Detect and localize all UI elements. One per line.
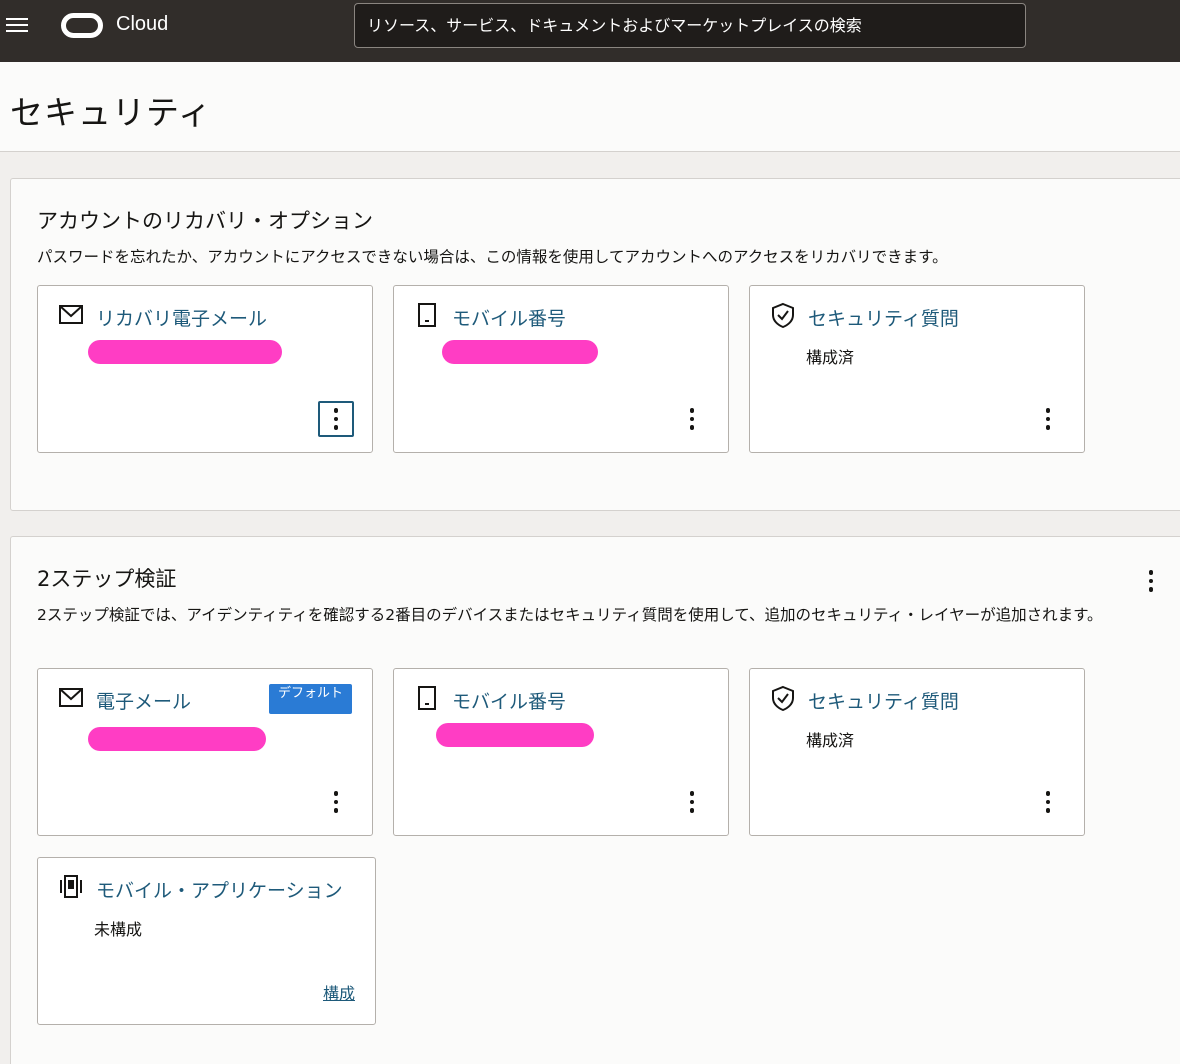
default-badge: デフォルト bbox=[268, 684, 352, 714]
mail-icon bbox=[59, 688, 83, 707]
panel-description: パスワードを忘れたか、アカウントにアクセスできない場合は、この情報を使用してアカ… bbox=[37, 248, 948, 266]
search-input[interactable] bbox=[354, 3, 1026, 48]
redacted-value bbox=[436, 723, 594, 747]
page-header: セキュリティ bbox=[0, 62, 1180, 152]
page-title: セキュリティ bbox=[10, 93, 213, 132]
recovery-security-question-card: セキュリティ質問 構成済 bbox=[749, 285, 1085, 453]
mobile-app-icon bbox=[60, 875, 82, 898]
more-actions-icon[interactable] bbox=[674, 784, 710, 820]
redacted-value bbox=[88, 727, 266, 751]
oracle-logo[interactable] bbox=[61, 13, 103, 38]
card-title[interactable]: モバイル・アプリケーション bbox=[96, 876, 343, 903]
redacted-value bbox=[442, 340, 598, 364]
hamburger-menu-icon[interactable] bbox=[6, 15, 28, 35]
card-status: 未構成 bbox=[94, 920, 143, 939]
card-title[interactable]: 電子メール bbox=[96, 687, 191, 714]
two-step-email-card: 電子メール デフォルト bbox=[37, 668, 373, 836]
card-title[interactable]: モバイル番号 bbox=[452, 687, 566, 714]
shield-check-icon bbox=[772, 302, 794, 328]
panel-more-actions-icon[interactable] bbox=[1133, 563, 1169, 599]
mobile-icon bbox=[418, 303, 436, 327]
card-title[interactable]: セキュリティ質問 bbox=[808, 687, 959, 714]
panel-title: 2ステップ検証 bbox=[37, 567, 177, 591]
more-actions-icon[interactable] bbox=[1030, 784, 1066, 820]
card-title[interactable]: セキュリティ質問 bbox=[808, 304, 959, 331]
recovery-mobile-card: モバイル番号 bbox=[393, 285, 729, 453]
recovery-email-card: リカバリ電子メール bbox=[37, 285, 373, 453]
mobile-icon bbox=[418, 686, 436, 710]
more-actions-icon[interactable] bbox=[318, 401, 354, 437]
more-actions-icon[interactable] bbox=[318, 784, 354, 820]
card-status: 構成済 bbox=[806, 731, 855, 750]
two-step-verification-panel: 2ステップ検証 2ステップ検証では、アイデンティティを確認する2番目のデバイスま… bbox=[10, 536, 1180, 1064]
card-title[interactable]: リカバリ電子メール bbox=[96, 304, 267, 331]
top-navigation-bar: Cloud bbox=[0, 0, 1180, 62]
two-step-mobile-card: モバイル番号 bbox=[393, 668, 729, 836]
two-step-security-question-card: セキュリティ質問 構成済 bbox=[749, 668, 1085, 836]
redacted-value bbox=[88, 340, 282, 364]
card-title[interactable]: モバイル番号 bbox=[452, 304, 566, 331]
shield-check-icon bbox=[772, 685, 794, 711]
brand-label[interactable]: Cloud bbox=[116, 13, 168, 36]
more-actions-icon[interactable] bbox=[674, 401, 710, 437]
mail-icon bbox=[59, 305, 83, 324]
more-actions-icon[interactable] bbox=[1030, 401, 1066, 437]
account-recovery-panel: アカウントのリカバリ・オプション パスワードを忘れたか、アカウントにアクセスでき… bbox=[10, 178, 1180, 511]
configure-link[interactable]: 構成 bbox=[323, 980, 355, 1004]
two-step-mobile-app-card: モバイル・アプリケーション 未構成 構成 bbox=[37, 857, 376, 1025]
panel-title: アカウントのリカバリ・オプション bbox=[37, 209, 373, 233]
card-status: 構成済 bbox=[806, 348, 855, 367]
panel-description: 2ステップ検証では、アイデンティティを確認する2番目のデバイスまたはセキュリティ… bbox=[37, 606, 1103, 624]
